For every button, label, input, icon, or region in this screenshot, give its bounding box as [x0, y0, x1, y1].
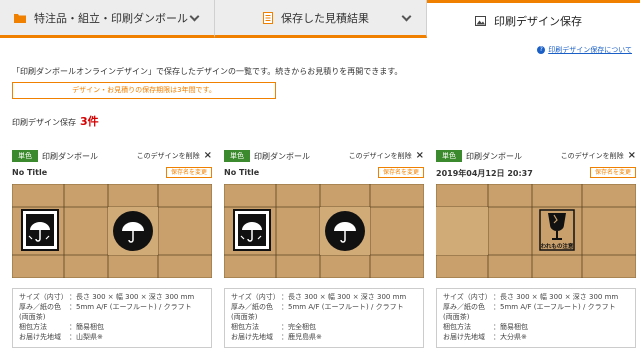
box-preview[interactable]: われもの注意 [436, 184, 636, 278]
card-title: No Title [224, 168, 260, 177]
saved-count-label: 印刷デザイン保存 [12, 118, 76, 127]
rename-button[interactable]: 保存名を変更 [165, 167, 212, 178]
spec-value: ：長さ 300 × 幅 300 × 深さ 300 mm [281, 293, 407, 301]
rename-button[interactable]: 保存名を変更 [377, 167, 424, 178]
tab-print-designs[interactable]: 印刷デザイン保存 [427, 0, 640, 38]
color-badge: 単色 [224, 150, 250, 162]
design-card: 単色 印刷ダンボール このデザインを削除 × No Title 保存名を変更 サイ… [224, 146, 424, 348]
saved-count-value: 3件 [80, 115, 99, 128]
spec-value: ：山梨県※ [69, 333, 103, 341]
spec-value: ：完全梱包 [281, 323, 316, 331]
design-card: 単色 印刷ダンボール このデザインを削除 × 2019年04月12日 20:37 … [436, 146, 636, 348]
rename-button[interactable]: 保存名を変更 [589, 167, 636, 178]
spec-label: サイズ（内寸） [231, 293, 280, 301]
design-card: 単色 印刷ダンボール このデザインを削除 × No Title 保存名を変更 サイ… [12, 146, 212, 348]
tab-saved-quotes[interactable]: 保存した見積結果 [215, 0, 427, 38]
delete-label: このデザインを削除 [560, 152, 624, 160]
help-link[interactable]: ? 印刷デザイン保存について [537, 45, 632, 55]
image-icon [475, 15, 486, 26]
box-preview[interactable] [12, 184, 212, 278]
delete-label: このデザインを削除 [136, 152, 200, 160]
spec-value: ：5mm A/F (エーフルート) / クラフト [493, 303, 616, 311]
question-icon: ? [537, 46, 546, 54]
spec-label: 梱包方法 [231, 323, 259, 331]
spec-note: (両面茶) [443, 313, 470, 321]
color-badge: 単色 [436, 150, 462, 162]
card-category: 印刷ダンボール [42, 152, 98, 161]
page-description: 「印刷ダンボールオンラインデザイン」で保存したデザインの一覧です。続きからお見積… [12, 67, 403, 76]
card-category: 印刷ダンボール [466, 152, 522, 161]
specs-box: サイズ（内寸） ：長さ 300 × 幅 300 × 深さ 300 mm 厚み／紙の… [12, 288, 212, 348]
spec-label: お届け先地域 [19, 333, 61, 341]
chevron-down-icon [189, 11, 200, 22]
chevron-down-icon [401, 11, 412, 22]
delete-design-button[interactable]: このデザインを削除 × [137, 151, 212, 161]
spec-note: (両面茶) [231, 313, 258, 321]
spec-value: ：5mm A/F (エーフルート) / クラフト [69, 303, 192, 311]
spec-value: ：長さ 300 × 幅 300 × 深さ 300 mm [493, 293, 619, 301]
tab-bar: 特注品・組立・印刷ダンボール 保存した見積結果 印刷デザイン保存 [0, 0, 640, 38]
umbrella-mark [21, 209, 59, 251]
spec-label: サイズ（内寸） [19, 293, 68, 301]
spec-value: ：5mm A/F (エーフルート) / クラフト [281, 303, 404, 311]
fragile-caption: われもの注意 [541, 242, 574, 250]
spec-value: ：簡易梱包 [69, 323, 104, 331]
specs-box: サイズ（内寸） ：長さ 300 × 幅 300 × 深さ 300 mm 厚み／紙の… [436, 288, 636, 348]
spec-label: 厚み／紙の色 [231, 303, 273, 311]
tab-label: 印刷デザイン保存 [494, 14, 582, 28]
spec-label: 厚み／紙の色 [443, 303, 485, 311]
close-icon: × [203, 150, 212, 161]
spec-label: サイズ（内寸） [443, 293, 492, 301]
spec-label: お届け先地域 [443, 333, 485, 341]
close-icon: × [627, 150, 636, 161]
umbrella-circle-mark [325, 211, 365, 251]
delete-design-button[interactable]: このデザインを削除 × [349, 151, 424, 161]
document-icon [263, 11, 273, 24]
spec-label: 梱包方法 [443, 323, 471, 331]
umbrella-mark [233, 209, 271, 251]
spec-label: 厚み／紙の色 [19, 303, 61, 311]
spec-value: ：大分県※ [493, 333, 527, 341]
close-icon: × [415, 150, 424, 161]
spec-value: ：鹿児島県※ [281, 333, 322, 341]
spec-value: ：簡易梱包 [493, 323, 528, 331]
box-preview[interactable] [224, 184, 424, 278]
expiry-notice: デザイン・お見積りの保存期限は3年間です。 [12, 82, 276, 99]
delete-design-button[interactable]: このデザインを削除 × [561, 151, 636, 161]
tab-label: 特注品・組立・印刷ダンボール [34, 11, 188, 25]
help-link-label: 印刷デザイン保存について [548, 46, 632, 54]
saved-count: 印刷デザイン保存 3件 [12, 113, 99, 129]
color-badge: 単色 [12, 150, 38, 162]
card-title: No Title [12, 168, 48, 177]
tab-label: 保存した見積結果 [281, 11, 369, 25]
spec-label: 梱包方法 [19, 323, 47, 331]
card-title: 2019年04月12日 20:37 [436, 169, 533, 178]
spec-note: (両面茶) [19, 313, 46, 321]
delete-label: このデザインを削除 [348, 152, 412, 160]
spec-label: お届け先地域 [231, 333, 273, 341]
tab-custom-products[interactable]: 特注品・組立・印刷ダンボール [0, 0, 215, 38]
umbrella-circle-mark [113, 211, 153, 251]
spec-value: ：長さ 300 × 幅 300 × 深さ 300 mm [69, 293, 195, 301]
folder-icon [14, 13, 26, 23]
card-category: 印刷ダンボール [254, 152, 310, 161]
specs-box: サイズ（内寸） ：長さ 300 × 幅 300 × 深さ 300 mm 厚み／紙の… [224, 288, 424, 348]
